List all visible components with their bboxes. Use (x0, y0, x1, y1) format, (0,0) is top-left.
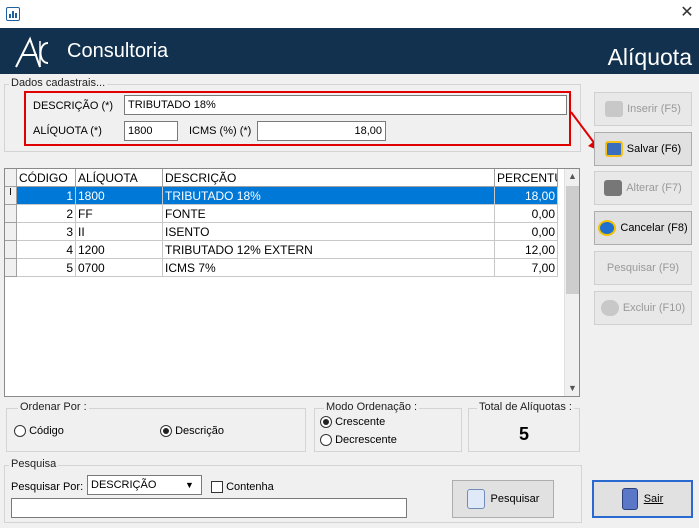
cell-descricao[interactable]: TRIBUTADO 18% (163, 187, 495, 205)
descricao-field[interactable]: TRIBUTADO 18% (124, 95, 567, 115)
ordenar-codigo-label: Código (29, 425, 64, 437)
modo-decrescente-option[interactable]: Decrescente (320, 434, 397, 447)
modo-crescente-radio[interactable] (320, 416, 332, 429)
cell-codigo[interactable]: 3 (17, 223, 76, 241)
ordenar-descricao-radio[interactable] (160, 425, 172, 438)
inserir-label: Inserir (F5) (627, 103, 681, 115)
row-indicator[interactable] (5, 259, 17, 277)
column-header-codigo[interactable]: CÓDIGO (17, 169, 76, 187)
cell-aliquota[interactable]: 1800 (76, 187, 163, 205)
descricao-label: DESCRIÇÃO (*) (33, 100, 114, 112)
brand-name: Consultoria (67, 40, 169, 62)
scroll-down-icon[interactable]: ▼ (568, 383, 577, 393)
cancelar-label: Cancelar (F8) (620, 222, 688, 234)
cancel-icon (598, 220, 617, 236)
cell-aliquota[interactable]: 0700 (76, 259, 163, 277)
aliquota-label: ALÍQUOTA (*) (33, 125, 102, 137)
modo-decrescente-label: Decrescente (335, 434, 397, 446)
excluir-button[interactable]: Excluir (F10) (594, 291, 692, 325)
cell-percentual[interactable]: 0,00 (495, 223, 558, 241)
bar-chart-icon (6, 7, 20, 21)
cell-codigo[interactable]: 2 (17, 205, 76, 223)
ordenar-legend: Ordenar Por : (18, 401, 89, 413)
search-icon (466, 489, 485, 509)
scroll-up-icon[interactable]: ▲ (568, 171, 577, 181)
cell-descricao[interactable]: ISENTO (163, 223, 495, 241)
modo-decrescente-radio[interactable] (320, 434, 332, 447)
alterar-label: Alterar (F7) (626, 182, 682, 194)
grid-scrollbar[interactable]: ▲ ▼ (564, 169, 579, 396)
cell-descricao[interactable]: FONTE (163, 205, 495, 223)
row-indicator[interactable] (5, 223, 17, 241)
delete-icon (600, 300, 619, 316)
row-indicator[interactable]: I (5, 187, 17, 205)
salvar-label: Salvar (F6) (626, 143, 682, 155)
cell-aliquota[interactable]: FF (76, 205, 163, 223)
cell-codigo[interactable]: 5 (17, 259, 76, 277)
cell-aliquota[interactable]: II (76, 223, 163, 241)
pesquisar-label: Pesquisar (490, 493, 540, 505)
alterar-button[interactable]: Alterar (F7) (594, 171, 692, 205)
company-logo (15, 36, 49, 68)
pesquisar-f9-button[interactable]: Pesquisar (F9) (594, 251, 692, 285)
aliquotas-grid[interactable]: CÓDIGO ALÍQUOTA DESCRIÇÃO PERCENTU I 1 1… (4, 168, 580, 397)
cell-codigo[interactable]: 1 (17, 187, 76, 205)
aliquota-field[interactable]: 1800 (124, 121, 178, 141)
inserir-button[interactable]: Inserir (F5) (594, 92, 692, 126)
ordenar-codigo-option[interactable]: Código (14, 425, 64, 438)
row-indicator[interactable] (5, 205, 17, 223)
modo-legend: Modo Ordenação : (324, 401, 420, 413)
pesquisar-button[interactable]: Pesquisar (452, 480, 554, 518)
window-title-bar (0, 0, 699, 28)
row-indicator[interactable] (5, 241, 17, 259)
edit-icon (604, 180, 623, 196)
cadastro-legend: Dados cadastrais... (9, 77, 108, 89)
pesquisar-por-label: Pesquisar Por: (11, 481, 84, 493)
ordenar-descricao-option[interactable]: Descrição (160, 425, 224, 438)
excluir-label: Excluir (F10) (622, 302, 686, 314)
scrollbar-thumb[interactable] (566, 186, 579, 294)
modo-crescente-option[interactable]: Crescente (320, 416, 386, 429)
pesquisa-legend: Pesquisa (9, 458, 59, 470)
save-icon (604, 141, 623, 157)
column-header-descricao[interactable]: DESCRIÇÃO (163, 169, 495, 187)
total-count: 5 (518, 424, 529, 444)
total-legend: Total de Alíquotas : (477, 401, 574, 413)
cell-descricao[interactable]: TRIBUTADO 12% EXTERN (163, 241, 495, 259)
grid-corner (5, 169, 17, 187)
cell-percentual[interactable]: 18,00 (495, 187, 558, 205)
contenha-checkbox[interactable] (211, 481, 223, 494)
cell-percentual[interactable]: 12,00 (495, 241, 558, 259)
page-title: Alíquota (607, 44, 692, 70)
contenha-option[interactable]: Contenha (211, 481, 274, 494)
close-icon[interactable]: ✕ (678, 3, 696, 23)
cell-codigo[interactable]: 4 (17, 241, 76, 259)
modo-crescente-label: Crescente (335, 416, 386, 428)
icms-label: ICMS (%) (*) (189, 125, 252, 137)
pesquisar-f9-label: Pesquisar (F9) (606, 262, 680, 274)
search-input[interactable] (11, 498, 407, 518)
cell-percentual[interactable]: 0,00 (495, 205, 558, 223)
dropdown-arrow-icon[interactable]: ▼ (185, 480, 194, 490)
salvar-button[interactable]: Salvar (F6) (594, 132, 692, 166)
cell-percentual[interactable]: 7,00 (495, 259, 558, 277)
ordenar-descricao-label: Descrição (175, 425, 224, 437)
icms-field[interactable]: 18,00 (257, 121, 386, 141)
add-icon (605, 101, 624, 117)
column-header-percentual[interactable]: PERCENTU (495, 169, 558, 187)
sair-label: Sair (643, 493, 664, 505)
ordenar-codigo-radio[interactable] (14, 425, 26, 438)
cell-descricao[interactable]: ICMS 7% (163, 259, 495, 277)
cancelar-button[interactable]: Cancelar (F8) (594, 211, 692, 245)
cell-aliquota[interactable]: 1200 (76, 241, 163, 259)
pesquisar-por-value: DESCRIÇÃO (91, 479, 157, 491)
sair-button[interactable]: Sair (592, 480, 693, 518)
column-header-aliquota[interactable]: ALÍQUOTA (76, 169, 163, 187)
exit-door-icon (621, 488, 638, 510)
contenha-label: Contenha (226, 481, 274, 493)
